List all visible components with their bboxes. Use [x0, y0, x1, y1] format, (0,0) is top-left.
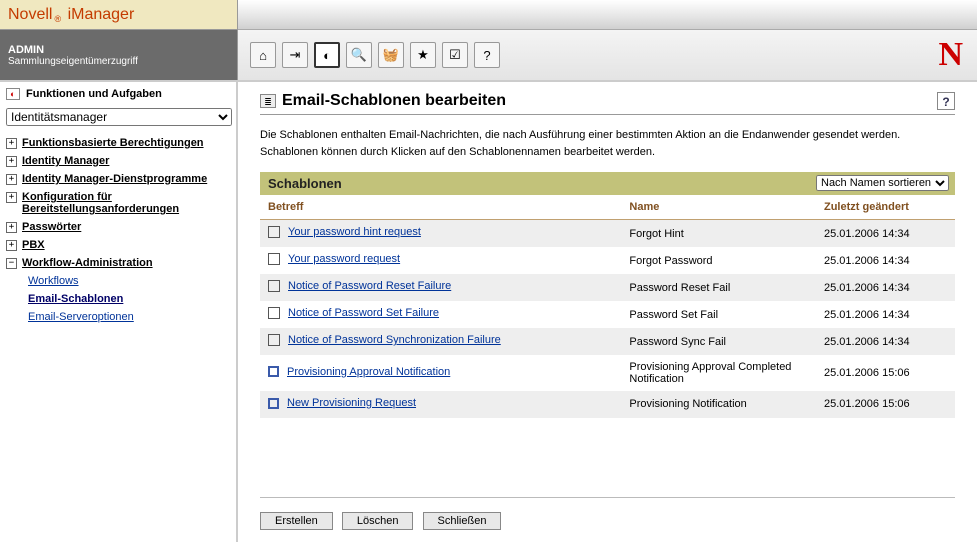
template-subject-link[interactable]: Notice of Password Synchronization Failu…: [288, 334, 501, 346]
template-subject-link[interactable]: Notice of Password Reset Failure: [288, 280, 451, 292]
template-subject-link[interactable]: Your password request: [288, 253, 400, 265]
expand-icon[interactable]: +: [6, 174, 17, 185]
tasks-icon: ◐: [6, 88, 20, 100]
toolbar-button-1[interactable]: ⇥: [282, 42, 308, 68]
sidebar-title: Funktionen und Aufgaben: [26, 88, 162, 100]
template-subject-link[interactable]: Your password hint request: [288, 226, 421, 238]
row-checkbox[interactable]: [268, 334, 280, 346]
close-button[interactable]: Schließen: [423, 512, 502, 530]
user-info: ADMIN Sammlungseigentümerzugriff: [0, 30, 238, 80]
nav-tree: + Funktionsbasierte Berechtigungen + Identi…: [0, 134, 236, 326]
tree-item-label[interactable]: Identity Manager: [22, 155, 109, 167]
expand-icon[interactable]: +: [6, 138, 17, 149]
brand-name: Novell: [8, 6, 52, 24]
toolbar-button-0[interactable]: ⌂: [250, 42, 276, 68]
tree-item-label[interactable]: Funktionsbasierte Berechtigungen: [22, 137, 204, 149]
access-label: Sammlungseigentümerzugriff: [8, 56, 229, 67]
template-name: Forgot Password: [621, 247, 816, 274]
tree-item[interactable]: + PBX: [6, 236, 230, 254]
tree-item-label[interactable]: Identity Manager-Dienstprogramme: [22, 173, 207, 185]
create-button[interactable]: Erstellen: [260, 512, 333, 530]
tree-item-label[interactable]: Passwörter: [22, 221, 81, 233]
toolbar-button-7[interactable]: ?: [474, 42, 500, 68]
toolbar-button-4[interactable]: 🧺: [378, 42, 404, 68]
template-changed: 25.01.2006 14:34: [816, 220, 955, 248]
template-name: Password Sync Fail: [621, 328, 816, 355]
expand-icon[interactable]: +: [6, 240, 17, 251]
template-name: Provisioning Approval Completed Notifica…: [621, 355, 816, 391]
toolbar-button-2[interactable]: ◐: [314, 42, 340, 68]
template-name: Password Set Fail: [621, 301, 816, 328]
template-changed: 25.01.2006 15:06: [816, 391, 955, 418]
row-checkbox[interactable]: [268, 398, 279, 409]
novell-n-icon: N: [938, 36, 963, 74]
col-changed: Zuletzt geändert: [816, 195, 955, 220]
row-checkbox[interactable]: [268, 280, 280, 292]
template-subject-link[interactable]: New Provisioning Request: [287, 397, 416, 409]
collapse-icon[interactable]: −: [6, 258, 17, 269]
expand-icon[interactable]: +: [6, 156, 17, 167]
expand-icon[interactable]: +: [6, 192, 17, 203]
expand-icon[interactable]: +: [6, 222, 17, 233]
row-checkbox[interactable]: [268, 226, 280, 238]
tree-item[interactable]: + Passwörter: [6, 218, 230, 236]
template-changed: 25.01.2006 14:34: [816, 328, 955, 355]
main-content: ≣ Email-Schablonen bearbeiten ? Die Scha…: [238, 82, 977, 542]
user-name: ADMIN: [8, 44, 229, 56]
template-name: Forgot Hint: [621, 220, 816, 248]
table-row: Notice of Password Set Failure Password S…: [260, 301, 955, 328]
delete-button[interactable]: Löschen: [342, 512, 414, 530]
tree-item-label[interactable]: Workflow-Administration: [22, 257, 153, 269]
tree-subitem[interactable]: Workflows: [28, 272, 230, 290]
topbar-gradient: [238, 0, 977, 30]
tree-subitem[interactable]: Email-Schablonen: [28, 290, 230, 308]
row-checkbox[interactable]: [268, 366, 279, 377]
intro-text: Die Schablonen enthalten Email-Nachricht…: [260, 127, 955, 160]
row-checkbox[interactable]: [268, 253, 280, 265]
table-row: Your password hint request Forgot Hint25.…: [260, 220, 955, 248]
tree-item[interactable]: −Workflow-Administration: [6, 254, 230, 272]
template-changed: 25.01.2006 14:34: [816, 274, 955, 301]
template-changed: 25.01.2006 14:34: [816, 301, 955, 328]
template-subject-link[interactable]: Provisioning Approval Notification: [287, 366, 450, 378]
templates-table: Betreff Name Zuletzt geändert Your passw…: [260, 195, 955, 418]
tree-subitem[interactable]: Email-Serveroptionen: [28, 308, 230, 326]
row-checkbox[interactable]: [268, 307, 280, 319]
brand-product: iManager: [68, 6, 135, 24]
table-row: Notice of Password Synchronization Failu…: [260, 328, 955, 355]
toolbar-button-5[interactable]: ★: [410, 42, 436, 68]
brand-reg: ®: [52, 14, 63, 24]
template-icon: ≣: [260, 94, 276, 108]
template-name: Password Reset Fail: [621, 274, 816, 301]
template-name: Provisioning Notification: [621, 391, 816, 418]
brand-logo: Novell® iManager: [0, 0, 238, 30]
table-row: Provisioning Approval Notification Provis…: [260, 355, 955, 391]
tree-item[interactable]: + Identity Manager: [6, 152, 230, 170]
tree-item[interactable]: + Funktionsbasierte Berechtigungen: [6, 134, 230, 152]
section-header: Schablonen Nach Namen sortieren: [260, 172, 955, 195]
table-row: New Provisioning Request Provisioning Not…: [260, 391, 955, 418]
tree-item[interactable]: + Konfiguration für Bereitstellungsanford…: [6, 188, 230, 218]
tree-item-label[interactable]: PBX: [22, 239, 45, 251]
tree-item[interactable]: + Identity Manager-Dienstprogramme: [6, 170, 230, 188]
template-subject-link[interactable]: Notice of Password Set Failure: [288, 307, 439, 319]
action-bar: Erstellen Löschen Schließen: [260, 497, 955, 530]
toolbar-button-6[interactable]: ☑: [442, 42, 468, 68]
col-name: Name: [621, 195, 816, 220]
template-changed: 25.01.2006 15:06: [816, 355, 955, 391]
table-row: Notice of Password Reset Failure Password…: [260, 274, 955, 301]
sort-select[interactable]: Nach Namen sortieren: [816, 175, 949, 191]
help-button[interactable]: ?: [937, 92, 955, 110]
section-title: Schablonen: [268, 176, 342, 191]
toolbar-button-3[interactable]: 🔍: [346, 42, 372, 68]
page-title: Email-Schablonen bearbeiten: [282, 92, 506, 110]
template-changed: 25.01.2006 14:34: [816, 247, 955, 274]
tree-item-label[interactable]: Konfiguration für Bereitstellungsanforde…: [22, 191, 230, 215]
sidebar: ◐ Funktionen und Aufgaben Identitätsmana…: [0, 82, 238, 542]
table-row: Your password request Forgot Password25.0…: [260, 247, 955, 274]
sidebar-header: ◐ Funktionen und Aufgaben: [0, 82, 236, 106]
context-select[interactable]: Identitätsmanager: [6, 108, 232, 126]
toolbar: ⌂⇥◐🔍🧺★☑? N: [238, 30, 977, 80]
col-subject: Betreff: [260, 195, 621, 220]
